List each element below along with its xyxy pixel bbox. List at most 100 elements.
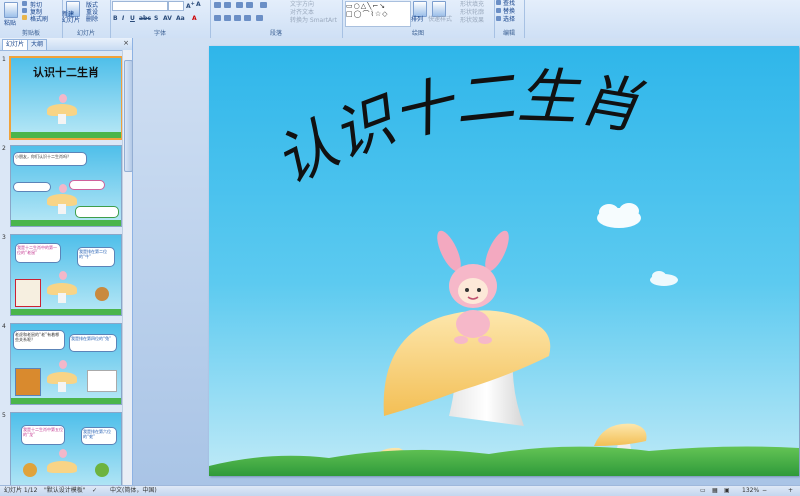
delete-button[interactable]: 删除 bbox=[86, 14, 98, 23]
speech-bubble: 我是排在第四位的“兔” bbox=[69, 334, 117, 352]
decrease-indent-icon[interactable] bbox=[236, 2, 243, 8]
line-spacing-icon[interactable] bbox=[260, 2, 267, 8]
underline-button[interactable]: U bbox=[130, 15, 135, 22]
bold-button[interactable]: B bbox=[113, 15, 118, 22]
convert-smartart-button[interactable]: 转换为 SmartArt bbox=[290, 15, 337, 24]
char-spacing-button[interactable]: AV bbox=[163, 15, 172, 22]
select-button[interactable]: 选择 bbox=[503, 14, 515, 23]
speech-bubble: 我是排在第二位的“牛” bbox=[77, 247, 115, 267]
arrange-button[interactable]: 排列 bbox=[411, 14, 423, 23]
slide-artwork: 认识十二生肖 bbox=[209, 62, 799, 476]
paste-button[interactable]: 粘贴 bbox=[4, 18, 16, 27]
close-panel-icon[interactable]: × bbox=[123, 39, 129, 47]
shrink-font-icon[interactable]: A bbox=[196, 1, 201, 8]
bullets-icon[interactable] bbox=[214, 2, 221, 8]
dragon-image bbox=[23, 463, 37, 477]
ox-image bbox=[95, 287, 109, 301]
change-case-button[interactable]: Aa bbox=[176, 15, 185, 22]
increase-indent-icon[interactable] bbox=[246, 2, 253, 8]
slide-thumbnail-2[interactable]: 小朋友，你们认识十二生肖吗？ bbox=[10, 145, 122, 227]
slide-editing-area: 认识十二生肖 bbox=[133, 38, 800, 485]
new-slide-button[interactable]: 新建 幻灯片 bbox=[62, 12, 80, 24]
bunny-image bbox=[59, 94, 67, 103]
replace-icon bbox=[496, 8, 501, 13]
grass-image bbox=[11, 220, 121, 226]
thumb-number: 1 bbox=[2, 56, 6, 63]
slides-group-label: 幻灯片 bbox=[76, 30, 95, 37]
clipboard-group: 粘贴 剪切 复制 格式刷 剪贴板 bbox=[0, 0, 63, 38]
align-right-icon[interactable] bbox=[234, 15, 241, 21]
font-size-select[interactable] bbox=[168, 1, 184, 11]
find-icon bbox=[496, 0, 501, 5]
slide-thumbnail-1[interactable]: 认识十二生肖 bbox=[9, 56, 123, 140]
bunny-image bbox=[59, 271, 67, 280]
strikethrough-button[interactable]: abc bbox=[139, 15, 151, 22]
small-mushroom-cap bbox=[594, 423, 647, 446]
bunny-image bbox=[59, 360, 67, 369]
cut-icon bbox=[22, 1, 27, 6]
grass-image bbox=[11, 309, 121, 315]
slide-thumbnail-4[interactable]: 老虎和老鼠的“老”有着哪些关系呢？ 我是排在第四位的“兔” bbox=[10, 323, 122, 405]
speech-bubble: 小朋友，你们认识十二生肖吗？ bbox=[13, 152, 87, 166]
speech-bubble: 我是十二生肖中第五位的“龙” bbox=[21, 425, 65, 445]
font-color-button[interactable]: A bbox=[192, 15, 197, 22]
panel-tabs: 幻灯片 大纲 × bbox=[0, 38, 132, 51]
rabbit-picture bbox=[87, 370, 117, 392]
grow-font-icon[interactable]: A+ bbox=[186, 1, 195, 10]
mushroom-stem-image bbox=[58, 204, 66, 214]
tab-outline[interactable]: 大纲 bbox=[27, 39, 48, 50]
italic-button[interactable]: I bbox=[122, 15, 124, 22]
format-painter-button[interactable]: 格式刷 bbox=[30, 14, 48, 23]
slides-group: 新建 幻灯片 版式 重设 删除 幻灯片 bbox=[62, 0, 111, 38]
ribbon: 粘贴 剪切 复制 格式刷 剪贴板 新建 幻灯片 版式 重设 删除 幻灯片 A+ … bbox=[0, 0, 800, 39]
speech-bubble-green bbox=[75, 206, 119, 218]
quick-styles-button[interactable]: 快速样式 bbox=[428, 14, 452, 23]
editing-group-label: 编辑 bbox=[502, 30, 515, 37]
align-center-icon[interactable] bbox=[224, 15, 231, 21]
thumb-number: 5 bbox=[2, 412, 6, 419]
cloud-shape bbox=[597, 203, 641, 228]
align-left-icon[interactable] bbox=[214, 15, 221, 21]
paragraph-group-label: 段落 bbox=[269, 30, 282, 37]
bunny-image bbox=[59, 449, 67, 458]
select-icon bbox=[496, 16, 501, 21]
status-bar: 幻灯片 1/12 "默认设计模板" ✓ 中文(简体，中国) ▭ ▦ ▣ 132%… bbox=[0, 485, 800, 496]
panel-scrollbar[interactable] bbox=[122, 50, 133, 485]
slides-panel: 幻灯片 大纲 × 1 认识十二生肖 2 小朋友，你们认识十二生肖吗？ 3 我是十… bbox=[0, 38, 133, 494]
shape-effects-button[interactable]: 形状效果 bbox=[460, 15, 484, 24]
numbering-icon[interactable] bbox=[224, 2, 231, 8]
bunny-image bbox=[59, 184, 67, 193]
paste-icon[interactable] bbox=[4, 2, 18, 18]
copy-icon bbox=[22, 8, 27, 13]
speech-bubble-pink bbox=[69, 180, 105, 190]
shadow-button[interactable]: S bbox=[154, 15, 158, 22]
editing-group: 查找 替换 选择 编辑 bbox=[494, 0, 525, 38]
mushroom-stem-image bbox=[58, 293, 66, 303]
tab-slides[interactable]: 幻灯片 bbox=[2, 39, 29, 50]
slide-title[interactable]: 认识十二生肖 bbox=[264, 62, 649, 199]
speech-bubble-small bbox=[13, 182, 51, 192]
format-painter-icon bbox=[22, 15, 27, 20]
scrollbar-thumb[interactable] bbox=[124, 60, 133, 172]
thumb-number: 4 bbox=[2, 323, 6, 330]
font-group-label: 字体 bbox=[153, 30, 166, 37]
current-slide[interactable]: 认识十二生肖 bbox=[209, 46, 799, 476]
justify-icon[interactable] bbox=[244, 15, 251, 21]
speech-bubble: 老虎和老鼠的“老”有着哪些关系呢？ bbox=[13, 330, 65, 350]
mushroom-stem-image bbox=[58, 382, 66, 392]
mushroom-image bbox=[47, 461, 77, 473]
grass-image bbox=[11, 132, 121, 138]
font-group: A+ A B I U abc S AV Aa A 字体 bbox=[110, 0, 211, 38]
grass bbox=[209, 446, 799, 476]
font-family-select[interactable] bbox=[112, 1, 168, 11]
thumb-title: 认识十二生肖 bbox=[33, 66, 99, 79]
shapes-gallery[interactable]: ▭○△╲⌐↘ □◯⌒⌇☆◇ bbox=[345, 1, 411, 27]
speech-bubble: 我是排在第六位的“蛇” bbox=[81, 427, 117, 445]
speech-bubble: 我是十二生肖中的第一位的“老鼠” bbox=[15, 243, 61, 263]
mushroom-stem-image bbox=[58, 114, 66, 124]
columns-icon[interactable] bbox=[256, 15, 263, 21]
rat-picture bbox=[15, 279, 41, 307]
slide-thumbnail-3[interactable]: 我是十二生肖中的第一位的“老鼠” 我是排在第二位的“牛” bbox=[10, 234, 122, 316]
slide-thumbnail-5[interactable]: 我是十二生肖中第五位的“龙” 我是排在第六位的“蛇” bbox=[10, 412, 122, 494]
paragraph-group: 文字方向 对齐文本 转换为 SmartArt 段落 bbox=[210, 0, 343, 38]
